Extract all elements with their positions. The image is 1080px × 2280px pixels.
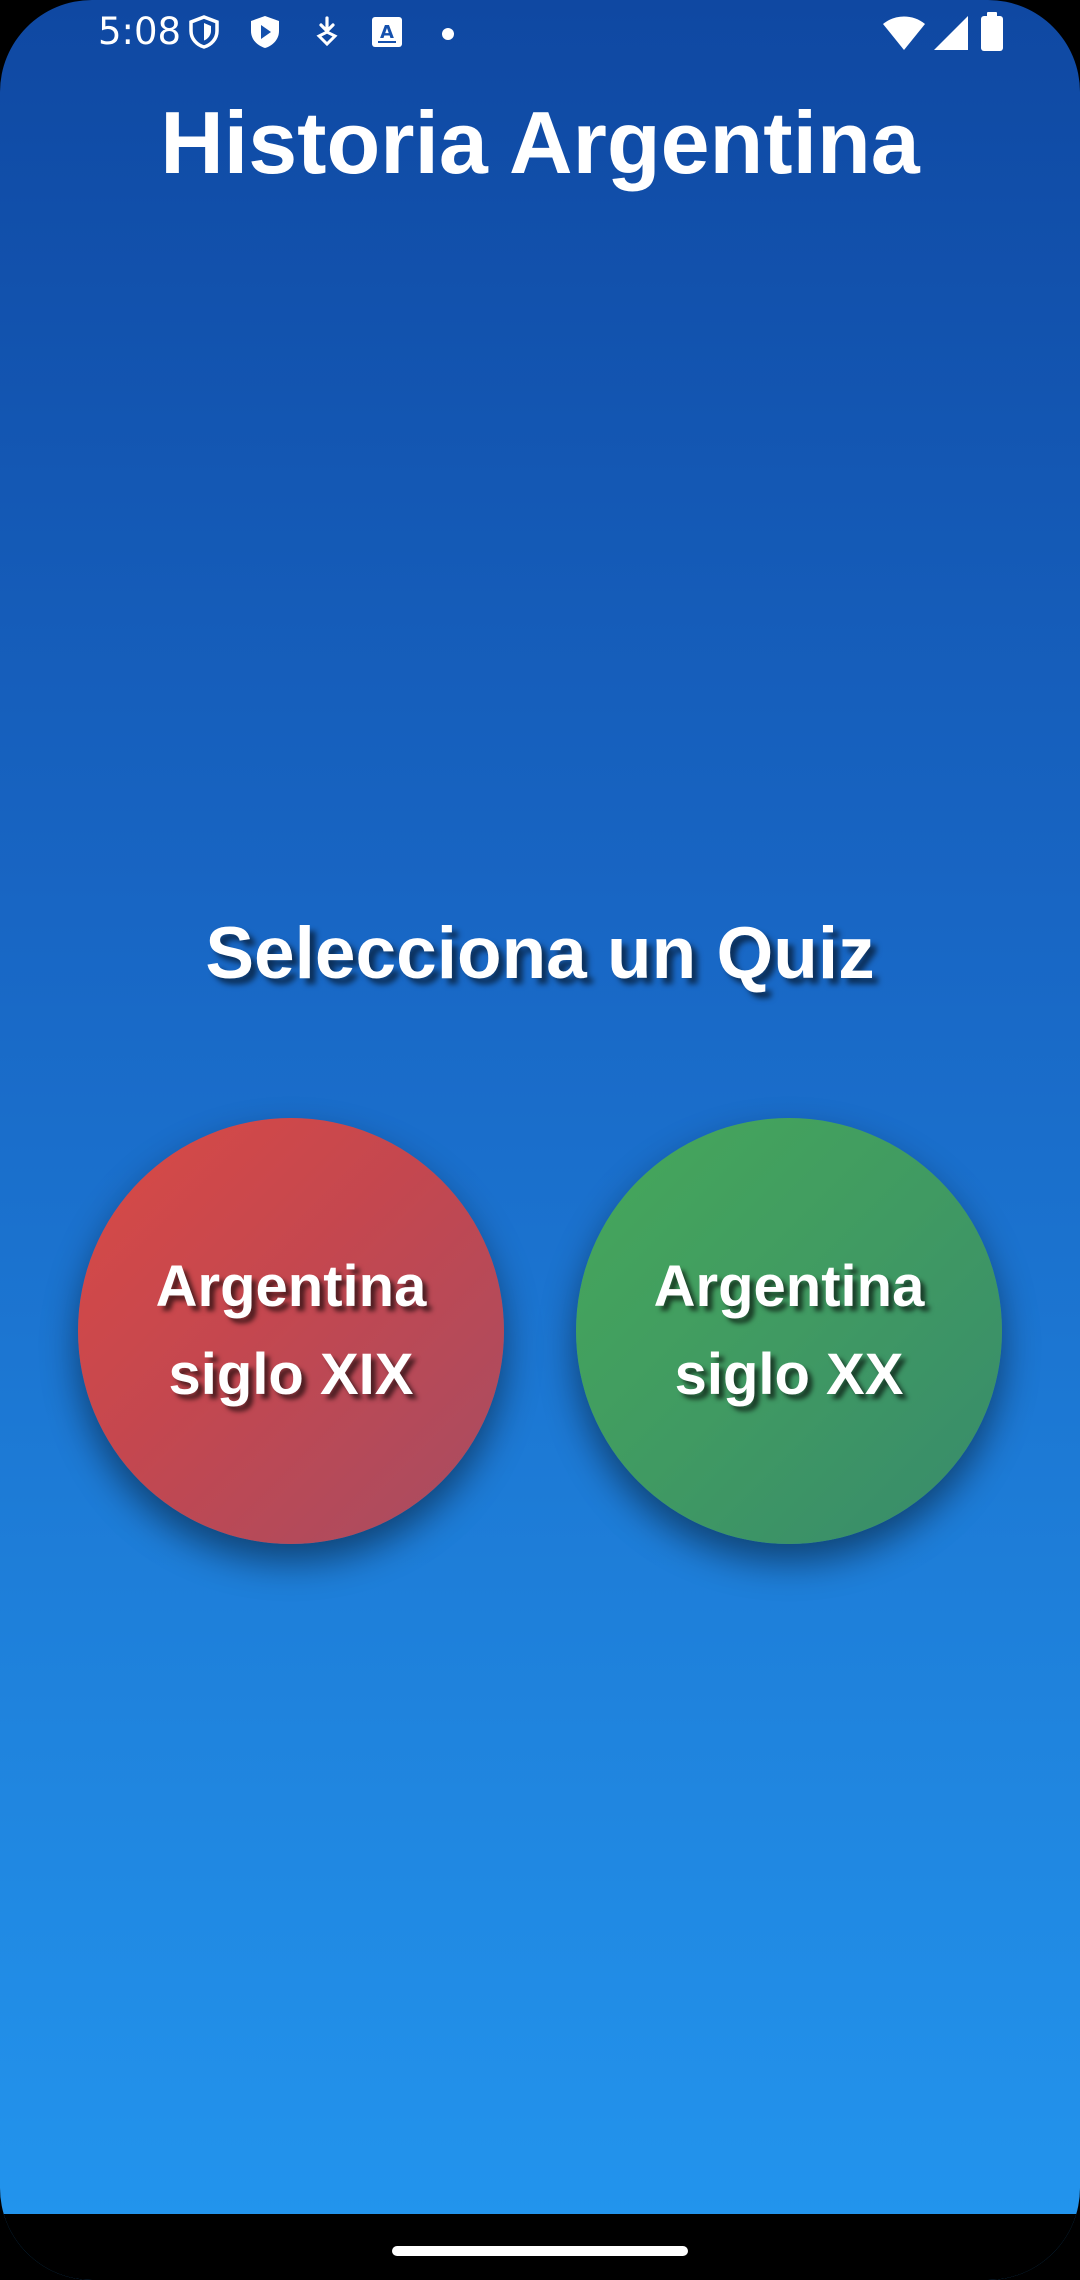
home-gesture-handle[interactable] xyxy=(392,2246,688,2256)
quiz-section-heading: Selecciona un Quiz xyxy=(205,913,875,994)
quiz-button-label: Argentina siglo XIX xyxy=(156,1243,427,1419)
app-screen: 5:08 A Historia Argentina Selecciona un … xyxy=(0,0,1080,2280)
svg-text:A: A xyxy=(380,22,394,43)
download-icon xyxy=(316,16,338,47)
shield-icon xyxy=(189,15,219,49)
notification-dot-icon xyxy=(442,28,454,40)
quiz-button-label: Argentina siglo XX xyxy=(654,1243,925,1419)
quiz-label-line1: Argentina xyxy=(155,1254,427,1319)
wifi-icon xyxy=(883,16,925,50)
page-title: Historia Argentina xyxy=(160,93,920,192)
quiz-label-line1: Argentina xyxy=(653,1254,925,1319)
quiz-label-line2: siglo XIX xyxy=(168,1342,414,1407)
quiz-button-siglo-xix[interactable]: Argentina siglo XIX xyxy=(78,1118,504,1544)
signal-icon xyxy=(934,16,968,50)
quiz-label-line2: siglo XX xyxy=(674,1342,904,1407)
status-bar: 5:08 A xyxy=(0,0,1080,70)
navigation-bar xyxy=(0,2214,1080,2280)
battery-icon xyxy=(981,12,1003,51)
quiz-button-siglo-xx[interactable]: Argentina siglo XX xyxy=(576,1118,1002,1544)
status-time: 5:08 xyxy=(98,10,182,53)
translate-icon: A xyxy=(372,17,402,47)
play-protect-icon xyxy=(251,16,279,48)
